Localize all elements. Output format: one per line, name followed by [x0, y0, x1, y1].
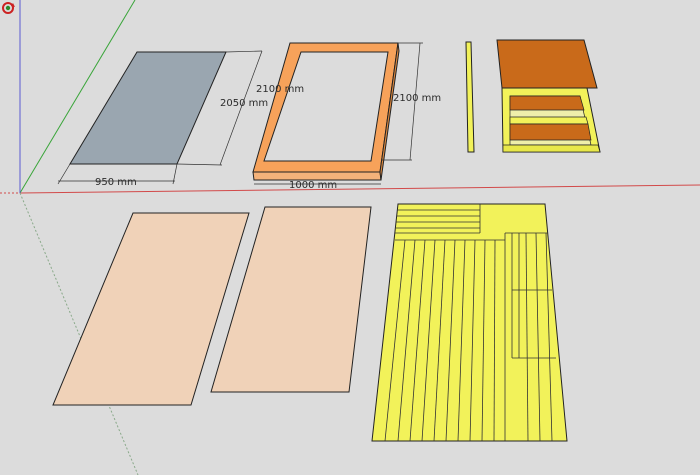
- dim-extension: [225, 50, 263, 53]
- panel-length-label: 2050 mm: [220, 98, 268, 109]
- gray-panel-group[interactable]: 2050 mm 950 mm: [57, 50, 268, 188]
- yellow-stick[interactable]: [465, 41, 475, 153]
- box-shelf-lower: [509, 123, 592, 141]
- box-shelf-upper: [509, 95, 585, 111]
- peach-panels-group[interactable]: [52, 206, 372, 406]
- frame-width-label: 1000 mm: [289, 180, 337, 191]
- scene-canvas[interactable]: 2050 mm 950 mm 2100 mm 2100 mm 1000 mm: [0, 0, 700, 475]
- box-group[interactable]: [496, 39, 601, 153]
- box-base: [502, 144, 601, 153]
- orbit-cursor-icon: [2, 2, 15, 14]
- model-viewport[interactable]: 2050 mm 950 mm 2100 mm 2100 mm 1000 mm: [0, 0, 700, 475]
- stick-group[interactable]: [465, 41, 475, 153]
- dim-extension: [176, 163, 223, 166]
- frame-length-side-label: 2100 mm: [393, 93, 441, 104]
- panel-width-label: 950 mm: [95, 177, 137, 188]
- gray-panel[interactable]: [69, 51, 227, 165]
- frame-length-top-label: 2100 mm: [256, 84, 304, 95]
- orange-frame-group[interactable]: 2100 mm 2100 mm 1000 mm: [252, 42, 441, 191]
- frame-front-face: [252, 171, 382, 181]
- box-top-panel[interactable]: [496, 39, 598, 89]
- box-shelf-middle: [509, 116, 589, 125]
- lumber-layout-group[interactable]: [371, 203, 568, 442]
